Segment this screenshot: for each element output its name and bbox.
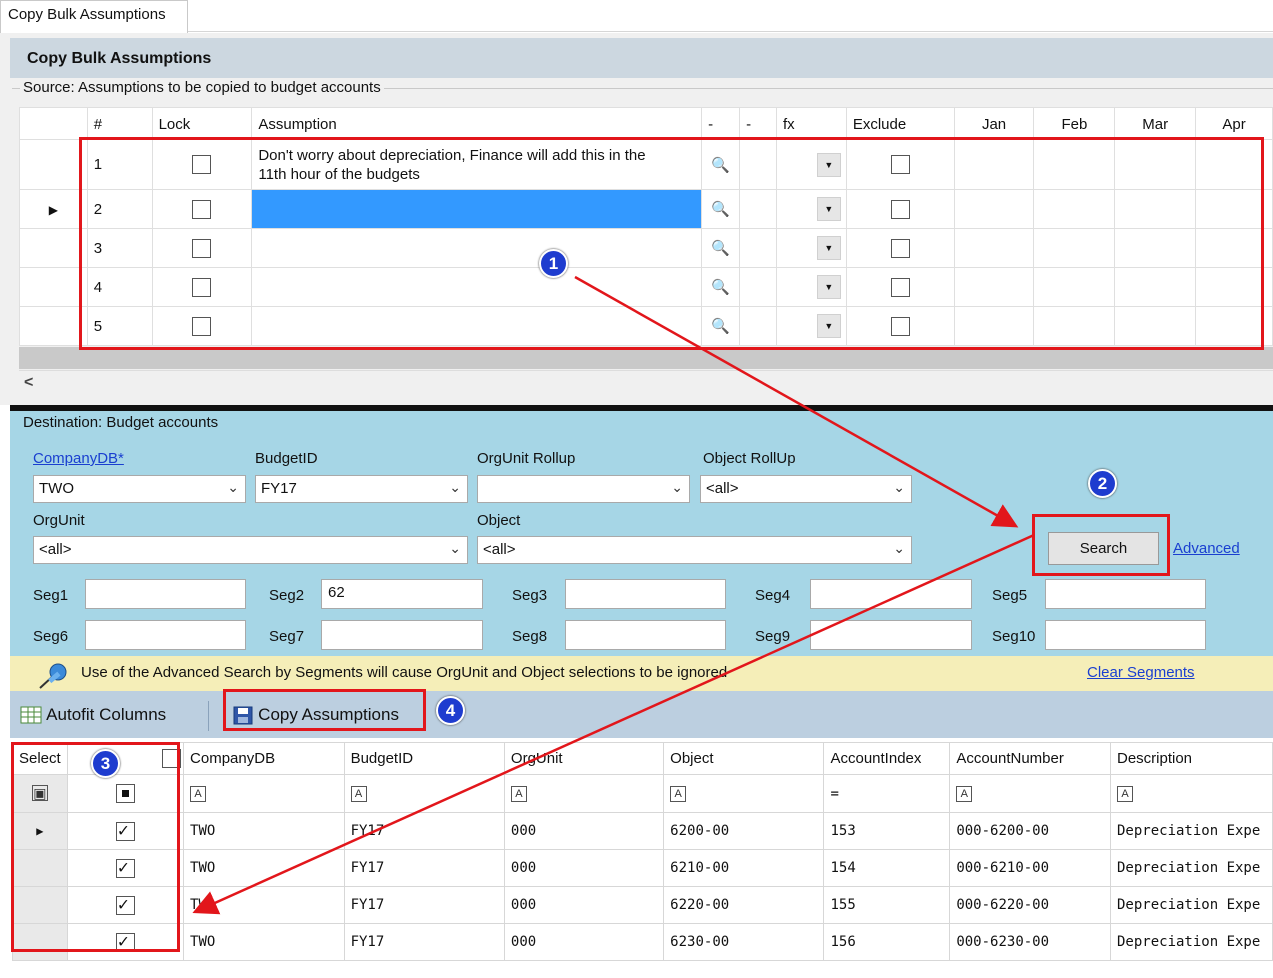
arrow-to-select	[192, 533, 1035, 915]
callout-badge-1: 1	[539, 249, 568, 278]
arrow-to-search	[574, 275, 1019, 528]
callout-badge-3: 3	[91, 749, 120, 778]
callout-badge-2: 2	[1088, 469, 1117, 498]
callout-badge-4: 4	[436, 696, 465, 725]
annotation-arrows	[192, 275, 1035, 915]
